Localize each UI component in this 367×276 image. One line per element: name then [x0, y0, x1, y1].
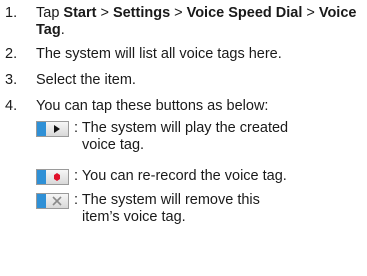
description-colon: : — [74, 120, 79, 136]
description-line-2: voice tag. — [82, 137, 145, 153]
step-text: You can tap these buttons as below: — [36, 98, 269, 114]
description-line-1: The system will remove this — [81, 192, 260, 208]
description-line-2: item’s voice tag. — [82, 209, 186, 225]
button-description-text: : The system will remove this item’s voi… — [74, 192, 363, 226]
menu-settings: Settings — [112, 5, 171, 21]
instruction-document: 1. Tap Start > Settings > Voice Speed Dial > V… — [0, 0, 367, 276]
description-line-1: You can re-record the voice tag. — [81, 168, 287, 184]
button-description-record: : You can re-record the voice tag. — [36, 168, 363, 185]
path-separator: > — [100, 5, 109, 21]
step-3: 3. Select the item. — [5, 72, 363, 89]
button-description-delete: : The system will remove this item’s voi… — [36, 192, 363, 226]
step-number: 3. — [5, 72, 18, 88]
step-number: 1. — [5, 5, 18, 21]
button-description-text: : You can re-record the voice tag. — [74, 168, 363, 185]
path-separator: > — [306, 5, 315, 21]
step-2: 2. The system will list all voice tags h… — [5, 46, 363, 63]
menu-start: Start — [63, 5, 97, 21]
step-text-suffix: . — [60, 22, 65, 38]
record-icon-glyph — [54, 173, 60, 181]
step-text: Select the item. — [36, 72, 136, 88]
description-line-1: The system will play the created — [81, 120, 289, 136]
path-separator: > — [174, 5, 183, 21]
description-colon: : — [74, 168, 79, 184]
play-icon-glyph — [54, 125, 60, 133]
button-description-play: : The system will play the created voice… — [36, 120, 363, 154]
step-4: 4. You can tap these buttons as below: — [5, 98, 363, 115]
play-icon — [36, 121, 69, 137]
step-text: Tap Start > Settings > Voice Speed Dial > Voic… — [36, 5, 363, 39]
step-1: 1. Tap Start > Settings > Voice Speed Dial > V… — [5, 5, 363, 39]
step-text: The system will list all voice tags here… — [36, 46, 282, 62]
delete-icon — [36, 193, 69, 209]
description-colon: : — [74, 192, 79, 208]
button-description-text: : The system will play the created voice… — [74, 120, 363, 154]
menu-voice-speed-dial: Voice Speed Dial — [186, 5, 303, 21]
delete-icon-glyph — [52, 196, 62, 206]
step-number: 4. — [5, 98, 18, 114]
record-icon — [36, 169, 69, 185]
step-text-prefix: Tap — [36, 5, 64, 21]
step-number: 2. — [5, 46, 18, 62]
